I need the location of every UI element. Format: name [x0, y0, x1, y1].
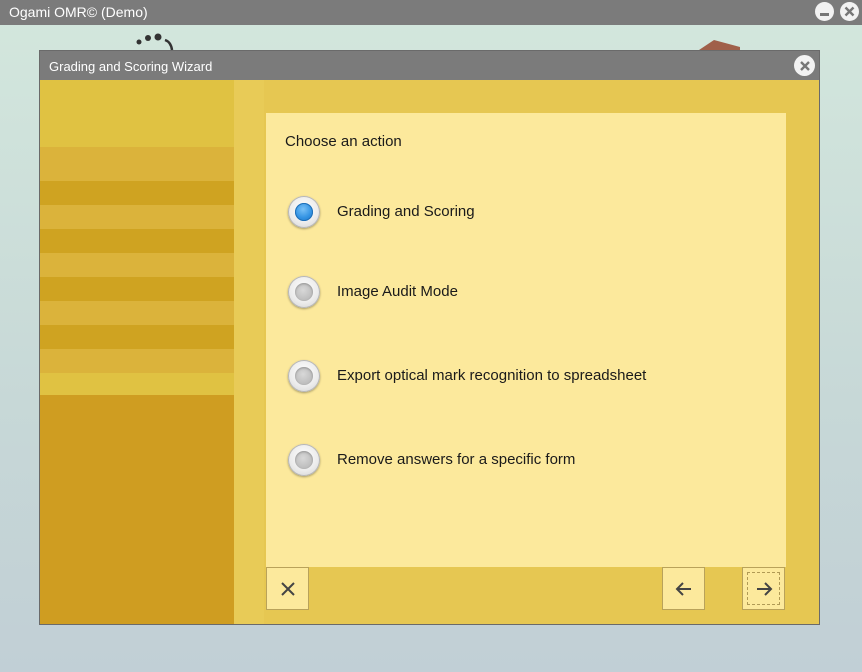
dialog-title: Grading and Scoring Wizard	[49, 59, 213, 74]
dialog-close-button[interactable]	[794, 55, 815, 76]
option-grading-and-scoring[interactable]: Grading and Scoring	[288, 196, 768, 230]
next-button[interactable]	[742, 567, 785, 610]
arrow-left-icon	[675, 581, 691, 596]
option-remove-answers[interactable]: Remove answers for a specific form	[288, 444, 768, 478]
prompt-label: Choose an action	[285, 133, 402, 150]
back-button[interactable]	[662, 567, 705, 610]
close-x-icon	[280, 581, 295, 596]
radio-button[interactable]	[288, 196, 320, 228]
close-icon	[799, 60, 810, 71]
app-close-button[interactable]	[840, 2, 859, 21]
minimize-icon	[820, 13, 829, 16]
app-title: Ogami OMR© (Demo)	[9, 4, 148, 20]
option-image-audit-mode[interactable]: Image Audit Mode	[288, 276, 768, 310]
app-titlebar: Ogami OMR© (Demo)	[0, 0, 862, 25]
wizard-dialog: Grading and Scoring Wizard Choose an act…	[39, 50, 820, 625]
option-label: Remove answers for a specific form	[337, 451, 576, 468]
options-panel: Choose an action Grading and Scoring Ima…	[266, 113, 786, 567]
option-export-to-spreadsheet[interactable]: Export optical mark recognition to sprea…	[288, 360, 768, 394]
wizard-sidebar	[40, 80, 234, 624]
dialog-titlebar: Grading and Scoring Wizard	[40, 51, 819, 80]
radio-button[interactable]	[288, 360, 320, 392]
sidebar-edge	[234, 80, 264, 624]
close-icon	[844, 6, 855, 17]
option-label: Grading and Scoring	[337, 203, 475, 220]
arrow-right-icon	[756, 581, 772, 596]
option-label: Image Audit Mode	[337, 283, 458, 300]
logo-dots-icon	[136, 33, 174, 51]
minimize-button[interactable]	[815, 2, 834, 21]
cancel-button[interactable]	[266, 567, 309, 610]
radio-button[interactable]	[288, 444, 320, 476]
option-label: Export optical mark recognition to sprea…	[337, 367, 647, 384]
radio-button[interactable]	[288, 276, 320, 308]
